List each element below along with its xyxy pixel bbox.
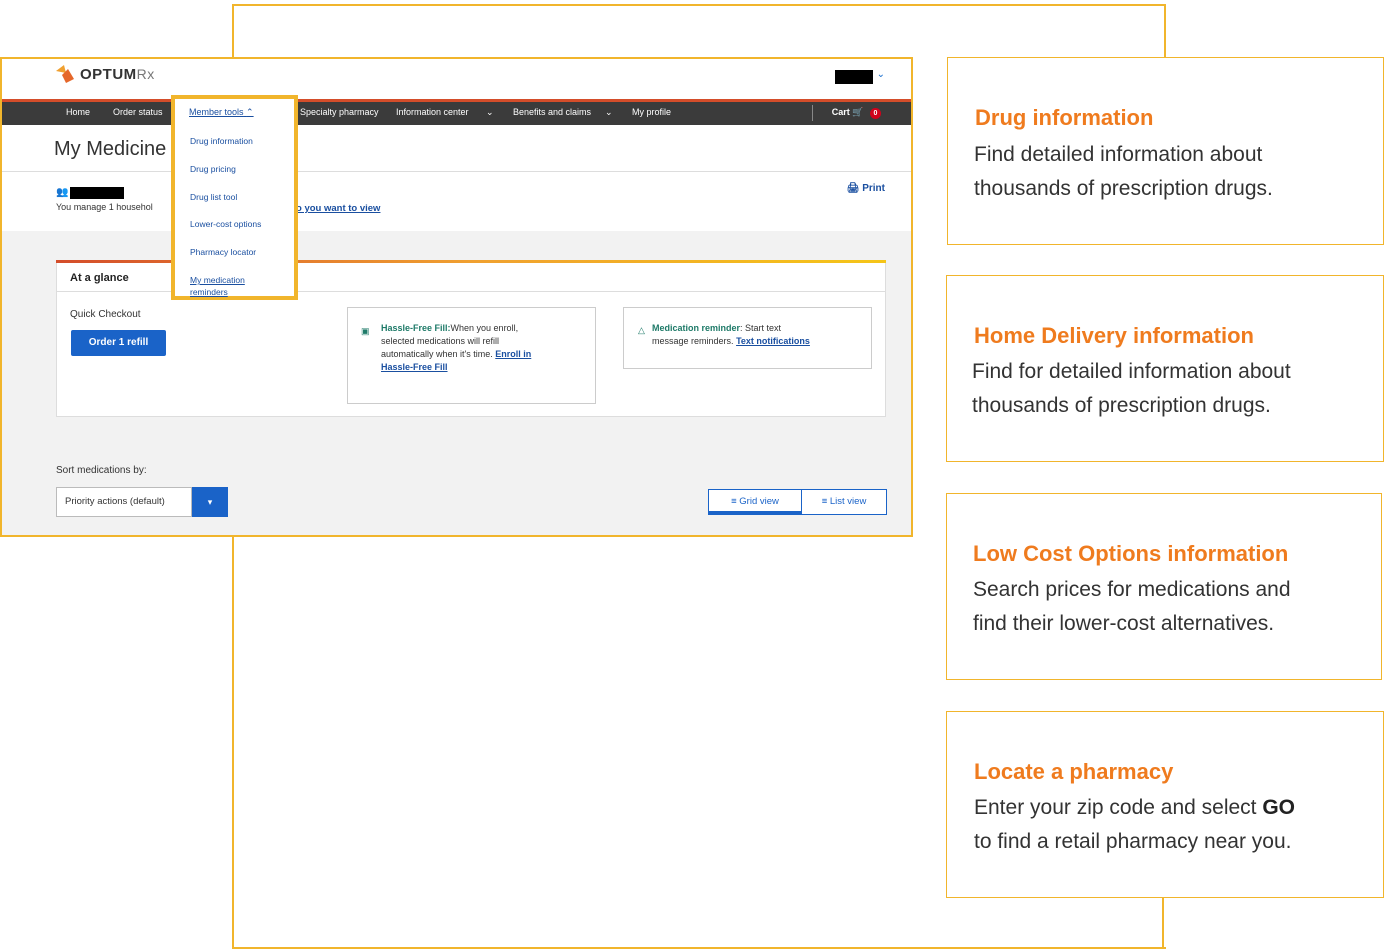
- callout-body-line: to find a retail pharmacy near you.: [974, 830, 1292, 853]
- sort-label: Sort medications by:: [56, 465, 147, 476]
- callout-body-line: thousands of prescription drugs.: [972, 394, 1271, 417]
- reminder-body-2: message reminders.: [652, 336, 734, 346]
- menu-item-pharmacy-locator[interactable]: Pharmacy locator: [190, 247, 256, 257]
- nav-home[interactable]: Home: [66, 107, 90, 117]
- hassle-free-fill-card: ▣ Hassle-Free Fill:When you enroll, sele…: [347, 307, 596, 404]
- household-icon: 👥: [56, 187, 69, 198]
- callout-body-text: Enter your zip code and select: [974, 796, 1263, 819]
- callout-body-line: find their lower-cost alternatives.: [973, 612, 1275, 635]
- callout-body-line: Find for detailed information about: [972, 360, 1291, 383]
- callout-title: Low Cost Options information: [973, 541, 1289, 566]
- list-view-button[interactable]: ≡ List view: [802, 490, 886, 514]
- hassle-body-3: automatically when it's time.: [381, 349, 493, 359]
- chevron-down-icon[interactable]: ⌄: [877, 69, 885, 80]
- callout-title: Home Delivery information: [974, 323, 1254, 348]
- cart-button[interactable]: Cart 🛒 0: [832, 107, 881, 119]
- callout-drug-information: Drug information Find detailed informati…: [947, 57, 1384, 245]
- menu-item-my-medication-reminders[interactable]: My medication reminders: [190, 274, 260, 298]
- enroll-link-2[interactable]: Hassle-Free Fill: [381, 362, 448, 372]
- app-screenshot: OPTUMRx ⌄ Home Order status Specialty ph…: [0, 57, 913, 537]
- menu-item-drug-list-tool[interactable]: Drug list tool: [190, 192, 237, 202]
- hassle-body-1: When you enroll,: [450, 323, 519, 333]
- grid-view-label: Grid view: [739, 496, 779, 507]
- chevron-down-icon[interactable]: ▾: [192, 487, 228, 517]
- callout-title: Drug information: [975, 105, 1154, 130]
- medication-reminder-title: Medication reminder: [652, 323, 741, 333]
- member-tools-label: Member tools: [189, 107, 244, 117]
- menu-item-lower-cost-options[interactable]: Lower-cost options: [190, 219, 261, 229]
- household-name-redacted: [70, 187, 124, 199]
- print-button[interactable]: 🖨 Print: [847, 183, 885, 194]
- account-menu-redacted[interactable]: [835, 70, 873, 84]
- grid-icon: ≡: [731, 496, 737, 507]
- nav-specialty-pharmacy[interactable]: Specialty pharmacy: [300, 107, 379, 117]
- sort-select[interactable]: Priority actions (default): [56, 487, 192, 517]
- medication-reminder-card: △ Medication reminder: Start text messag…: [623, 307, 872, 369]
- order-refill-button[interactable]: Order 1 refill: [71, 330, 166, 356]
- nav-divider: [812, 105, 813, 121]
- list-view-label: List view: [829, 496, 867, 507]
- chevron-down-icon[interactable]: ⌄: [486, 107, 494, 118]
- callout-body-line: Search prices for medications and: [973, 578, 1291, 601]
- menu-item-drug-pricing[interactable]: Drug pricing: [190, 164, 236, 174]
- reminder-body-1: : Start text: [740, 323, 782, 333]
- connector-line-bottom: [233, 947, 1166, 949]
- connector-line-right-bottom-vertical: [1162, 897, 1164, 949]
- truck-icon: ▣: [361, 326, 370, 336]
- nav-information-center[interactable]: Information center: [396, 107, 469, 117]
- callout-home-delivery: Home Delivery information Find for detai…: [946, 275, 1384, 462]
- text-notifications-link[interactable]: Text notifications: [736, 336, 810, 346]
- chevron-up-icon: ⌃: [246, 107, 254, 117]
- page-title: My Medicine: [54, 138, 167, 160]
- callout-locate-pharmacy: Locate a pharmacy Enter your zip code an…: [946, 711, 1384, 898]
- enroll-link[interactable]: Enroll in: [495, 349, 531, 359]
- callout-title: Locate a pharmacy: [974, 759, 1174, 784]
- main-nav: Home Order status Specialty pharmacy Inf…: [2, 99, 911, 125]
- nav-benefits-and-claims[interactable]: Benefits and claims: [513, 107, 591, 117]
- household-select-link[interactable]: o you want to view: [296, 203, 380, 214]
- logo-suffix: Rx: [136, 65, 155, 82]
- quick-checkout-label: Quick Checkout: [70, 309, 141, 320]
- hassle-free-fill-title: Hassle-Free Fill:: [381, 323, 451, 333]
- menu-item-drug-information[interactable]: Drug information: [190, 136, 253, 146]
- cart-label: Cart: [831, 107, 850, 117]
- nav-order-status[interactable]: Order status: [113, 107, 163, 117]
- hassle-body-2: selected medications will refill: [381, 336, 500, 346]
- callout-body-line: Enter your zip code and select GO: [974, 791, 1295, 825]
- cart-icon: 🛒: [852, 107, 864, 117]
- logo-text: OPTUM: [80, 65, 137, 83]
- at-a-glance-title: At a glance: [70, 272, 129, 284]
- printer-icon: 🖨: [846, 183, 860, 194]
- callout-body-line: thousands of prescription drugs.: [974, 177, 1273, 200]
- connector-line-right-top-vertical: [1164, 4, 1166, 57]
- callout-body-bold: GO: [1262, 796, 1296, 819]
- print-label: Print: [862, 183, 885, 194]
- household-text: You manage 1 househol: [56, 202, 153, 212]
- list-icon: ≡: [821, 496, 828, 507]
- connector-line-top: [233, 4, 1166, 6]
- member-tools-menu-header[interactable]: Member tools ⌃: [189, 107, 254, 118]
- optumrx-logo[interactable]: OPTUMRx: [54, 65, 155, 83]
- member-tools-dropdown: Member tools ⌃ Drug information Drug pri…: [171, 95, 298, 300]
- chevron-down-icon[interactable]: ⌄: [605, 107, 613, 118]
- divider: [2, 171, 911, 172]
- callout-low-cost-options: Low Cost Options information Search pric…: [946, 493, 1382, 680]
- callout-body-line: Find detailed information about: [974, 143, 1263, 166]
- cart-count-badge: 0: [870, 108, 881, 119]
- logo-mark-icon: [54, 65, 78, 83]
- active-view-indicator: [709, 511, 801, 514]
- nav-my-profile[interactable]: My profile: [632, 107, 671, 117]
- view-toggle: ≡ Grid view ≡ List view: [708, 489, 887, 515]
- bell-icon: △: [638, 325, 645, 335]
